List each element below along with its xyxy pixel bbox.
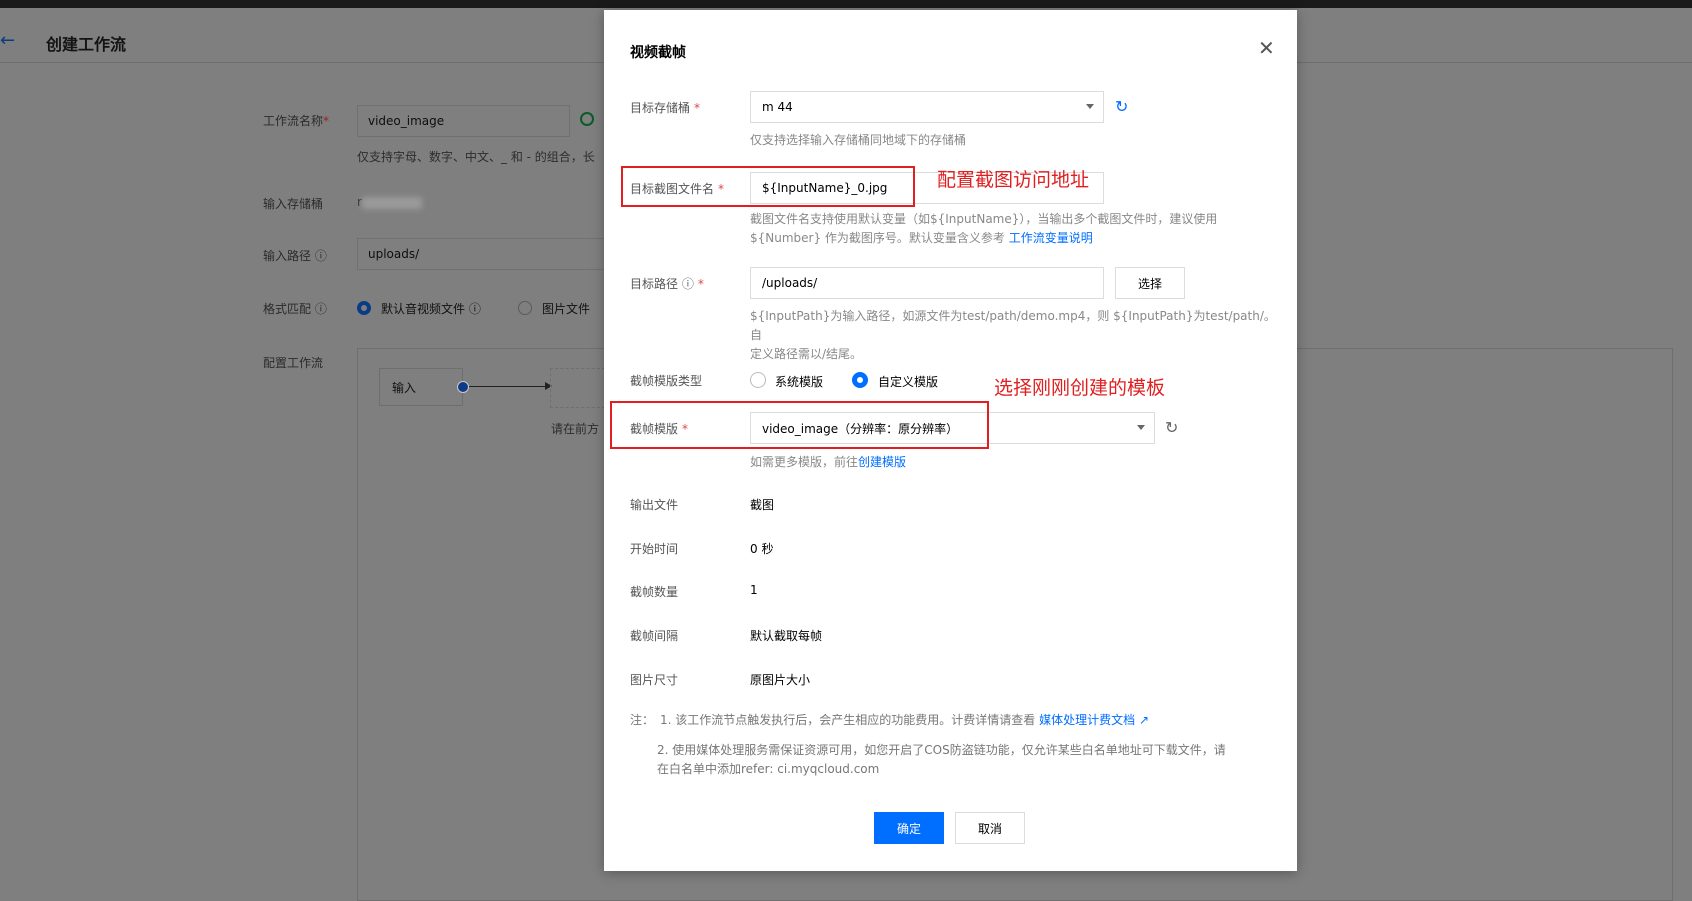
format-img-radio[interactable] [518, 301, 532, 315]
target-path-input[interactable]: /uploads/ [750, 267, 1104, 299]
format-img-label: 图片文件 [542, 302, 591, 316]
note-1: 1. 该工作流节点触发执行后，会产生相应的功能费用。计费详情请查看 媒体处理计费… [660, 713, 1150, 727]
start-time-label: 开始时间 [630, 542, 679, 556]
note-prefix: 注： [630, 713, 655, 727]
filename-highlight-box [621, 166, 915, 207]
note-2: 2. 使用媒体处理服务需保证资源可用，如您开启了COS防盗链功能，仅允许某些白名… [657, 743, 1226, 776]
cancel-button[interactable]: 取消 [955, 812, 1025, 844]
frame-count-value: 1 [750, 583, 758, 597]
chevron-down-icon [1137, 425, 1145, 430]
chevron-down-icon [1086, 104, 1094, 109]
template-type-label: 截帧模版类型 [630, 374, 703, 388]
target-bucket-value: m 44 [762, 100, 793, 114]
page-title: 创建工作流 [46, 35, 127, 54]
frame-interval-label: 截帧间隔 [630, 629, 679, 643]
flow-next-node[interactable] [550, 368, 605, 408]
dialog-title: 视频截帧 [630, 45, 686, 61]
target-path-label: 目标路径 ⓘ * [630, 277, 704, 291]
config-workflow-label: 配置工作流 [263, 356, 324, 370]
info-icon: ⓘ [681, 277, 694, 291]
flow-input-node[interactable]: 输入 [379, 368, 463, 406]
back-arrow-icon[interactable]: ← [0, 30, 15, 51]
start-time-value: 0 秒 [750, 542, 774, 556]
target-bucket-hint: 仅支持选择输入存储桶同地域下的存储桶 [750, 133, 967, 147]
target-bucket-label: 目标存储桶 * [630, 101, 701, 115]
format-av-label: 默认音视频文件 ⓘ [381, 302, 481, 316]
input-bucket-label: 输入存储桶 [263, 197, 324, 211]
variable-doc-link[interactable]: 工作流变量说明 [1009, 231, 1093, 245]
close-icon[interactable]: ✕ [1258, 38, 1275, 58]
input-path-label: 输入路径 ⓘ [263, 249, 327, 263]
refresh-icon[interactable]: ↻ [1115, 99, 1128, 115]
custom-template-label: 自定义模版 [878, 375, 939, 389]
workflow-name-hint: 仅支持字母、数字、中文、_ 和 - 的组合，长 [357, 150, 595, 164]
template-highlight-box [610, 401, 989, 449]
filename-annotation: 配置截图访问地址 [937, 169, 1090, 191]
image-size-value: 原图片大小 [750, 673, 811, 687]
flow-hint: 请在前方 [551, 422, 600, 436]
target-path-hint: ${InputPath}为输入路径，如源文件为test/path/demo.mp… [750, 309, 1276, 361]
input-path-input[interactable]: uploads/ [357, 238, 604, 270]
top-bar [0, 0, 1692, 8]
confirm-button[interactable]: 确定 [874, 812, 944, 844]
add-node-icon[interactable] [457, 381, 469, 393]
format-av-radio[interactable] [357, 301, 371, 315]
template-annotation: 选择刚刚创建的模板 [994, 377, 1166, 399]
format-match-label: 格式匹配 ⓘ [263, 302, 327, 316]
refresh-icon[interactable]: ↻ [1165, 420, 1178, 436]
create-template-link[interactable]: 创建模版 [858, 455, 906, 469]
select-path-button[interactable]: 选择 [1115, 267, 1185, 299]
target-filename-hint: 截图文件名支持使用默认变量（如${InputName}），当输出多个截图文件时，… [750, 212, 1218, 245]
system-template-radio[interactable] [750, 372, 766, 388]
billing-doc-link[interactable]: 媒体处理计费文档 [1039, 713, 1135, 727]
valid-check-icon [580, 112, 594, 126]
frame-count-label: 截帧数量 [630, 585, 679, 599]
external-link-icon: ↗ [1138, 713, 1150, 727]
flow-connector [469, 386, 549, 387]
workflow-name-label: 工作流名称* [263, 114, 330, 128]
custom-template-radio[interactable] [852, 372, 868, 388]
input-bucket-value: r [357, 195, 422, 209]
system-template-label: 系统模版 [775, 375, 824, 389]
workflow-name-input[interactable]: video_image [357, 105, 570, 137]
frame-interval-value: 默认截取每帧 [750, 629, 823, 643]
image-size-label: 图片尺寸 [630, 673, 679, 687]
output-file-value: 截图 [750, 498, 775, 512]
template-hint: 如需更多模版，前往创建模版 [750, 455, 907, 469]
target-bucket-select[interactable]: m 44 [750, 91, 1104, 123]
output-file-label: 输出文件 [630, 498, 679, 512]
